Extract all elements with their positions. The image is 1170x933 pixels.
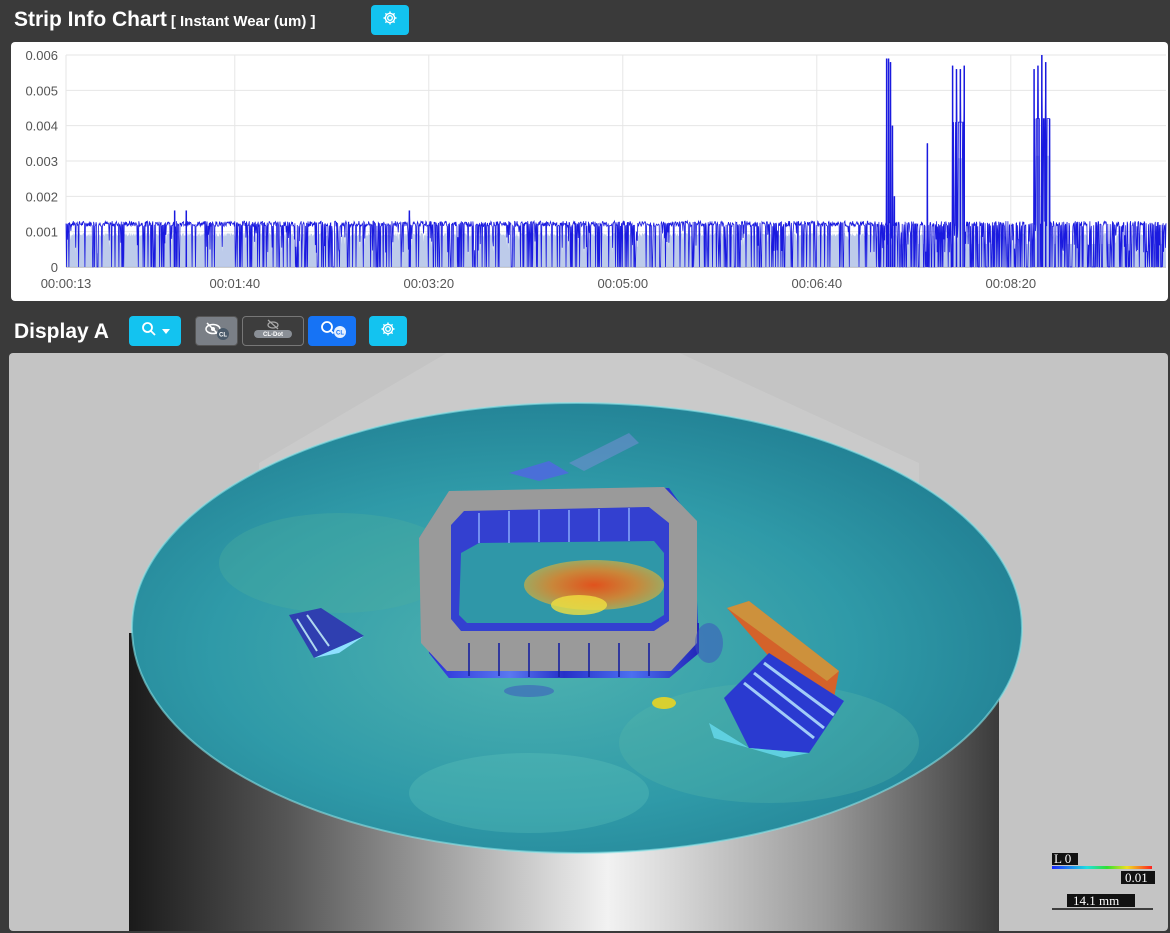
eye-off-cl-icon: CL bbox=[202, 321, 232, 341]
x-tick-label: 00:05:00 bbox=[597, 276, 648, 291]
chart-header: Strip Info Chart[ Instant Wear (um) ] bbox=[0, 0, 1170, 42]
y-tick-label: 0 bbox=[51, 260, 58, 275]
zoom-cl-button[interactable]: CL bbox=[308, 316, 356, 346]
scale-bar-label: 14.1 mm bbox=[1073, 893, 1119, 908]
color-scale-legend: L 0 0.01 14.1 mm bbox=[1052, 853, 1155, 910]
wear-line-chart[interactable]: 0.006 0.005 0.004 0.003 0.002 0.001 000:00:13 0… bbox=[11, 42, 1168, 301]
display-header: Display A CL CL-Dot CL bbox=[0, 312, 1170, 354]
legend-min-label: L 0 bbox=[1054, 853, 1071, 866]
zoom-dropdown-button[interactable] bbox=[129, 316, 181, 346]
3d-model-view[interactable] bbox=[9, 353, 1168, 931]
y-tick-label: 0.003 bbox=[25, 154, 58, 169]
badge-cl: CL bbox=[219, 333, 227, 339]
x-tick-label: 00:06:40 bbox=[791, 276, 842, 291]
y-tick-label: 0.002 bbox=[25, 189, 58, 204]
badge-cl-2: CL bbox=[336, 330, 344, 336]
search-icon bbox=[141, 321, 157, 342]
chart-panel-title: Strip Info Chart[ Instant Wear (um) ] bbox=[14, 8, 316, 32]
y-tick-label: 0.006 bbox=[25, 48, 58, 63]
x-tick-label: 00:01:40 bbox=[209, 276, 260, 291]
caret-down-icon bbox=[161, 322, 170, 340]
gear-icon bbox=[382, 10, 398, 31]
x-tick-label: 00:00:13 bbox=[41, 276, 92, 291]
legend-max-label: 0.01 bbox=[1125, 870, 1148, 885]
display-a-viewport[interactable]: L 0 0.01 14.1 mm bbox=[9, 353, 1168, 931]
hide-cl-toggle[interactable]: CL bbox=[195, 316, 238, 346]
display-settings-button[interactable] bbox=[369, 316, 407, 346]
strip-chart-panel: 0.006 0.005 0.004 0.003 0.002 0.001 0 00:00:13 0… bbox=[11, 42, 1168, 301]
display-title: Display A bbox=[14, 320, 109, 343]
x-tick-label: 00:03:20 bbox=[403, 276, 454, 291]
zoom-cl-icon: CL bbox=[316, 319, 348, 344]
gear-icon bbox=[380, 321, 396, 342]
x-tick-label: 00:08:20 bbox=[985, 276, 1036, 291]
y-tick-label: 0.004 bbox=[25, 119, 58, 134]
y-tick-label: 0.001 bbox=[25, 225, 58, 240]
y-tick-label: 0.005 bbox=[25, 83, 58, 98]
chart-subtitle: [ Instant Wear (um) ] bbox=[170, 13, 316, 30]
eye-off-cl-dot-icon: CL-Dot bbox=[250, 319, 296, 344]
chart-title: Strip Info Chart bbox=[14, 8, 167, 31]
chart-settings-button[interactable] bbox=[371, 5, 409, 35]
cl-dot-toggle[interactable]: CL-Dot bbox=[242, 316, 304, 346]
badge-cl-dot: CL-Dot bbox=[263, 332, 283, 338]
